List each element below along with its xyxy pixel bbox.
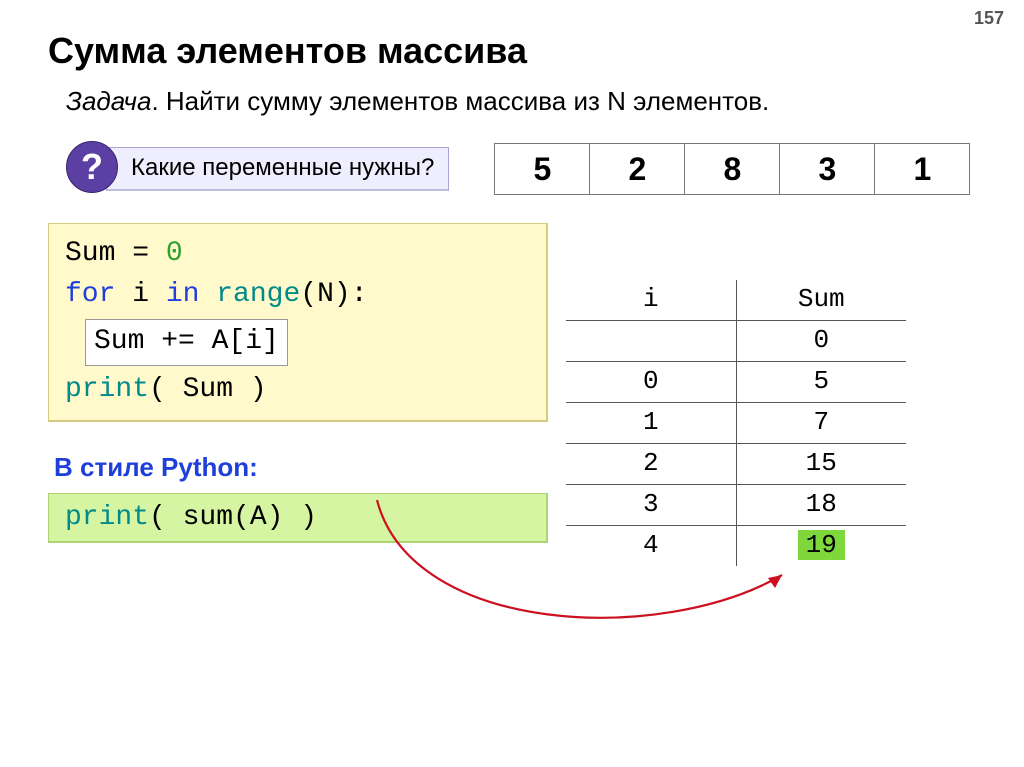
code-keyword: in: [166, 279, 200, 310]
trace-cell: 0: [737, 320, 907, 361]
code-text: Sum =: [65, 238, 166, 269]
array-cell: 5: [494, 143, 590, 195]
trace-cell: 3: [566, 484, 737, 525]
trace-row: 17: [566, 402, 906, 443]
trace-cell: 4: [566, 525, 737, 566]
code-block-main: Sum = 0 for i in range(N): Sum += A[i] p…: [48, 223, 548, 422]
code-keyword: for: [65, 279, 115, 310]
code-builtin: range: [199, 279, 300, 310]
question-wrap: ? Какие переменные нужны?: [66, 147, 449, 193]
page-number: 157: [974, 8, 1004, 29]
trace-row: 318: [566, 484, 906, 525]
code-literal: 0: [166, 238, 183, 269]
trace-col-i: i: [566, 280, 737, 320]
trace-cell: 7: [737, 402, 907, 443]
array-cell: 3: [779, 143, 875, 195]
code-text: ( sum(A) ): [149, 502, 317, 533]
trace-row: 215: [566, 443, 906, 484]
task-body: . Найти сумму элементов массива из N эле…: [151, 86, 769, 116]
code-inner-box: Sum += A[i]: [85, 319, 288, 366]
trace-cell: [566, 320, 737, 361]
trace-cell: 1: [566, 402, 737, 443]
code-block-python: print( sum(A) ): [48, 493, 548, 543]
row-question-array: ? Какие переменные нужны? 5 2 8 3 1: [48, 147, 976, 195]
trace-row: 0: [566, 320, 906, 361]
slide-title: Сумма элементов массива: [48, 30, 976, 72]
code-builtin: print: [65, 502, 149, 533]
array-box: 5 2 8 3 1: [495, 143, 970, 195]
code-builtin: print: [65, 374, 149, 405]
trace-row: 05: [566, 361, 906, 402]
trace-cell-final: 19: [737, 525, 907, 566]
trace-table: i Sum 0 05 17 215 318 419: [566, 280, 906, 566]
code-text: ( Sum ): [149, 374, 267, 405]
code-text: i: [115, 279, 165, 310]
question-mark-icon: ?: [66, 141, 118, 193]
trace-header: i Sum: [566, 280, 906, 320]
trace-cell: 0: [566, 361, 737, 402]
array-cell: 2: [589, 143, 685, 195]
trace-cell: 5: [737, 361, 907, 402]
trace-row: 419: [566, 525, 906, 566]
task-text: Задача. Найти сумму элементов массива из…: [66, 84, 976, 119]
trace-cell: 18: [737, 484, 907, 525]
trace-cell: 2: [566, 443, 737, 484]
trace-col-sum: Sum: [737, 280, 907, 320]
task-label: Задача: [66, 86, 151, 116]
array-cell: 1: [874, 143, 970, 195]
question-box: Какие переменные нужны?: [106, 147, 449, 191]
code-text: (N):: [300, 279, 367, 310]
trace-cell: 15: [737, 443, 907, 484]
array-cell: 8: [684, 143, 780, 195]
